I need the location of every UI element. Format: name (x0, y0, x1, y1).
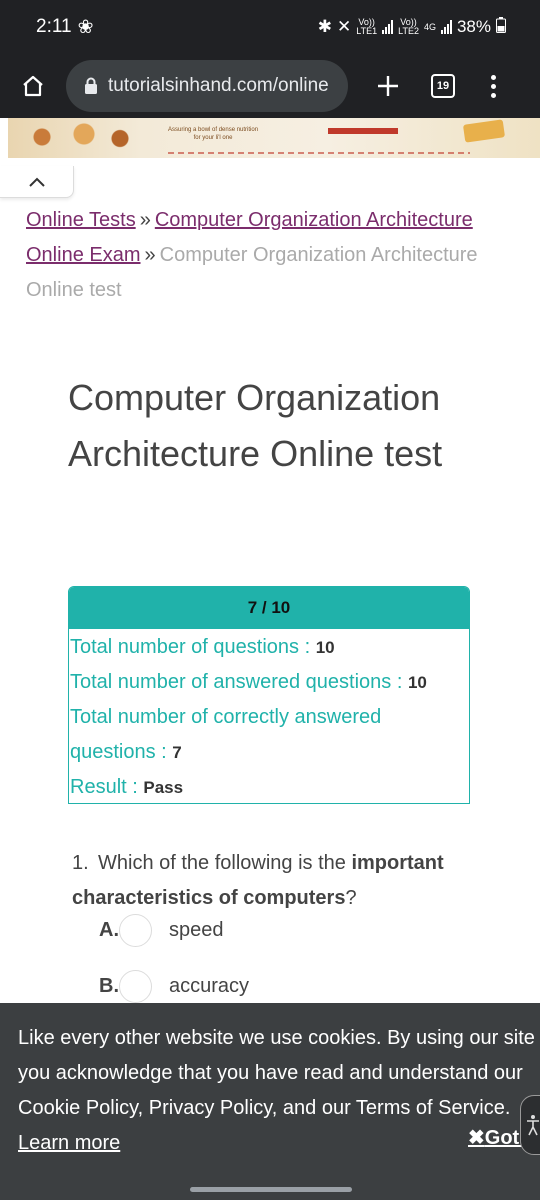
more-icon (490, 74, 496, 80)
cookie-banner: Like every other website we use cookies.… (0, 1003, 540, 1170)
option-b[interactable]: B. accuracy (99, 970, 249, 1003)
question-1: 1. Which of the following is the importan… (72, 846, 492, 916)
home-icon (23, 75, 43, 97)
accessibility-button[interactable] (520, 1095, 540, 1155)
option-text: accuracy (169, 975, 250, 997)
mute-icon: ✕ (337, 17, 352, 36)
browser-menu-button[interactable] (468, 54, 518, 118)
option-a[interactable]: A. speed (99, 914, 224, 947)
signal-icon (440, 20, 452, 34)
tab-switcher-button[interactable]: 19 (418, 54, 468, 118)
collapse-ad-button[interactable] (0, 166, 74, 198)
breadcrumb-separator: » (139, 209, 151, 231)
breadcrumb-link-online-tests[interactable]: Online Tests (26, 209, 136, 231)
address-bar[interactable]: tutorialsinhand.com/online (66, 60, 348, 112)
result-line: Result : Pass (70, 776, 184, 798)
browser-toolbar: tutorialsinhand.com/online 19 (0, 54, 540, 118)
url-text: tutorialsinhand.com/online (108, 75, 329, 96)
correct-answers-line: Total number of correctly answered quest… (70, 706, 382, 763)
lock-icon (85, 77, 97, 94)
question-text: Which of the following is the important … (72, 852, 444, 909)
fan-icon: ❀ (77, 16, 94, 38)
option-letter: B. (99, 975, 119, 997)
lte2-indicator: Vo)) LTE2 (398, 17, 419, 36)
signal-icon (382, 20, 394, 34)
option-text: speed (169, 919, 224, 941)
result-card: 7 / 10 Total number of questions : 10 To… (68, 586, 470, 804)
answered-questions-line: Total number of answered questions : 10 (70, 671, 427, 693)
chevron-up-icon (28, 177, 45, 187)
total-questions-line: Total number of questions : 10 (70, 636, 335, 658)
lte1-indicator: Vo)) LTE1 (356, 17, 378, 36)
radio-button-a[interactable] (119, 914, 152, 947)
result-value: Pass (143, 778, 184, 797)
learn-more-link[interactable]: Learn more (18, 1132, 120, 1154)
breadcrumb-separator: » (144, 244, 156, 266)
correct-answers-value: 7 (172, 743, 182, 762)
plus-icon (378, 76, 398, 96)
ad-badge (462, 119, 506, 143)
radio-button-b[interactable] (119, 970, 152, 1003)
option-letter: A. (99, 919, 119, 941)
score-header: 7 / 10 (69, 587, 469, 629)
new-tab-button[interactable] (358, 54, 418, 118)
ad-label (328, 128, 398, 134)
status-bar: 2:11 ❀ ✱ ✕ Vo)) LTE1 Vo)) LTE2 4G 38% (0, 0, 540, 54)
question-number: 1. (72, 852, 89, 874)
breadcrumb: Online Tests» Computer Organization Archi… (26, 203, 506, 308)
page-title: Computer Organization Architecture Onlin… (68, 377, 443, 474)
cookie-text: Like every other website we use cookies.… (18, 1027, 535, 1154)
gesture-handle[interactable] (190, 1187, 352, 1192)
battery-percent: 38% (456, 17, 491, 36)
tab-count: 19 (431, 74, 455, 98)
status-time: 2:11 (36, 16, 72, 37)
system-nav-bar (0, 1170, 540, 1200)
ad-strip (168, 152, 470, 154)
battery-icon (496, 16, 506, 38)
network-type: 4G (423, 21, 436, 32)
bluetooth-icon: ✱ (317, 17, 333, 36)
ad-banner[interactable]: Assuring a bowl of dense nutrition for y… (8, 118, 540, 158)
status-icons: ✱ ✕ Vo)) LTE1 Vo)) LTE2 4G 38% (317, 16, 506, 38)
accessibility-icon (527, 1115, 539, 1136)
answered-questions-value: 10 (407, 673, 427, 692)
ad-food-image (18, 122, 138, 152)
status-time-group: 2:11 ❀ (36, 16, 94, 39)
ad-text: Assuring a bowl of dense nutrition for y… (168, 127, 259, 141)
total-questions-value: 10 (315, 638, 335, 657)
home-button[interactable] (0, 54, 66, 118)
close-icon: ✖ (468, 1127, 485, 1149)
